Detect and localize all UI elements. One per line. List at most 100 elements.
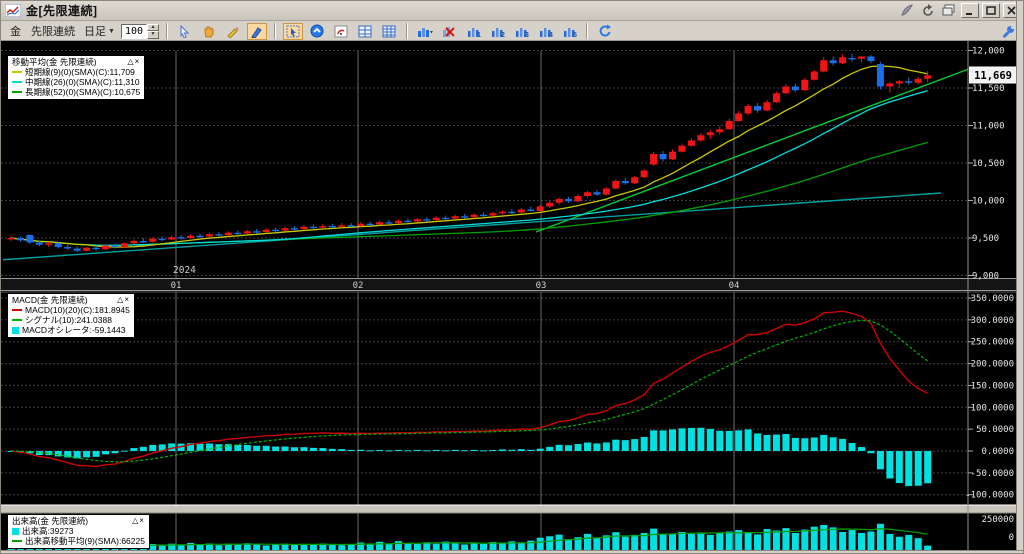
- grid-dense-button[interactable]: [379, 23, 399, 40]
- bar-count-value[interactable]: 100: [120, 23, 147, 39]
- chart-app-icon: [5, 4, 21, 17]
- chart-window-button[interactable]: [331, 23, 351, 40]
- candle: [177, 237, 185, 239]
- macd-bar: [744, 429, 752, 451]
- volume-bar: [687, 533, 695, 550]
- volume-bar: [801, 529, 809, 550]
- chart-preset-4-button[interactable]: 4: [535, 23, 555, 40]
- macd-bar: [640, 436, 648, 451]
- macd-bar: [243, 444, 251, 451]
- chart-preset-1-button[interactable]: 1: [463, 23, 483, 40]
- macd-bar: [772, 434, 780, 451]
- volume-bar: [716, 533, 724, 550]
- candle: [565, 199, 573, 202]
- candle: [725, 121, 733, 130]
- volume-bar: [754, 534, 762, 550]
- legend-collapse-close-icons[interactable]: △×: [127, 57, 140, 67]
- candle: [205, 234, 213, 237]
- refresh-window-icon[interactable]: [919, 3, 937, 18]
- volume-bar: [404, 543, 412, 550]
- grid-layout-button[interactable]: [355, 23, 375, 40]
- candle: [801, 79, 809, 91]
- macd-bar: [848, 443, 856, 451]
- candle: [300, 226, 308, 229]
- volume-legend: 出来高(金 先限連続) △× 出来高:39273 出来高移動平均(9)(SMA)…: [7, 514, 150, 549]
- macd-bar: [262, 445, 270, 451]
- macd-bar: [92, 451, 100, 457]
- macd-bar: [810, 437, 818, 451]
- maximize-button[interactable]: [982, 3, 1000, 18]
- volume-bar: [517, 542, 525, 550]
- macd-bar: [385, 450, 393, 452]
- macd-bar: [149, 444, 157, 451]
- macd-bar: [574, 443, 582, 451]
- candle: [839, 57, 847, 64]
- candle: [574, 196, 582, 202]
- zoom-mode-button[interactable]: [307, 23, 327, 40]
- candle: [706, 132, 714, 136]
- volume-bar: [565, 539, 573, 550]
- candle: [187, 235, 195, 238]
- candle: [480, 214, 487, 217]
- macd-bar: [631, 439, 639, 451]
- remove-indicator-button[interactable]: [439, 23, 459, 40]
- crosshair-select-button[interactable]: [282, 22, 303, 40]
- pen-tool-button[interactable]: [246, 22, 267, 40]
- candle: [54, 243, 62, 247]
- month-label: 01: [171, 281, 182, 291]
- candle: [536, 206, 544, 211]
- feather-icon[interactable]: [898, 3, 916, 18]
- minimize-button[interactable]: [961, 3, 979, 18]
- bar-count-stepper[interactable]: 100 ▲ ▼: [120, 23, 159, 39]
- ma-legend: 移動平均(金 先限連続) △× 短期線(9)(0)(SMA)(C):11,709…: [7, 55, 146, 100]
- candle: [347, 225, 355, 227]
- chart-canvas[interactable]: 01 02 03 04 2024 12,000 11,500 11,000 10,500 10,0…: [1, 41, 1018, 550]
- hand-pan-button[interactable]: [199, 23, 219, 40]
- macd-bar: [404, 450, 412, 452]
- select-cursor-button[interactable]: [175, 23, 195, 40]
- volume-bar: [555, 534, 563, 550]
- chart-type-dropdown[interactable]: [415, 23, 435, 40]
- candle: [744, 106, 752, 114]
- macd-bar: [858, 446, 865, 451]
- volume-bar: [829, 527, 837, 550]
- candle: [489, 213, 497, 216]
- candle: [281, 228, 289, 231]
- volume-bar: [612, 532, 620, 550]
- legend-item: MACDオシレータ:-59.1443: [12, 325, 130, 335]
- legend-item: 長期線(52)(0)(SMA)(C):10,675: [12, 87, 140, 97]
- chart-preset-2-button[interactable]: 2: [487, 23, 507, 40]
- candle: [886, 83, 894, 87]
- candle: [867, 56, 875, 61]
- pencil-draw-button[interactable]: [223, 23, 243, 40]
- axis-label: 200.0000: [971, 360, 1014, 370]
- reload-data-button[interactable]: [595, 23, 615, 40]
- candle: [687, 140, 695, 146]
- volume-bar: [895, 536, 903, 550]
- candle: [810, 71, 818, 80]
- titlebar[interactable]: 金[先限連続]: [1, 1, 1023, 21]
- cascade-windows-icon[interactable]: [940, 3, 958, 18]
- macd-bar: [782, 434, 790, 451]
- macd-bar: [725, 430, 733, 451]
- chart-preset-5-button[interactable]: 5: [559, 23, 579, 40]
- legend-collapse-close-icons[interactable]: △×: [132, 516, 145, 526]
- macd-bar: [829, 437, 837, 451]
- volume-bar: [593, 538, 601, 550]
- chart-area: 日付:2024/04/26 始値:11,624 高値:11,728 安値:11,…: [1, 41, 1018, 550]
- candle: [16, 238, 24, 241]
- stepper-up-icon: ▲: [146, 23, 159, 31]
- macd-legend-title: MACD(金 先限連続): [12, 295, 88, 305]
- timeframe-dropdown[interactable]: 日足 ▼: [82, 23, 117, 39]
- axis-label: 11,500: [972, 84, 1005, 94]
- candle: [432, 217, 440, 220]
- legend-collapse-close-icons[interactable]: △×: [117, 295, 130, 305]
- chart-preset-3-button[interactable]: 3: [511, 23, 531, 40]
- macd-bar: [54, 451, 62, 457]
- macd-bar: [876, 451, 884, 470]
- candle: [905, 81, 913, 83]
- candle: [829, 60, 837, 64]
- axis-label: 250000: [981, 515, 1014, 525]
- candle: [215, 234, 223, 236]
- macd-bar: [234, 444, 242, 451]
